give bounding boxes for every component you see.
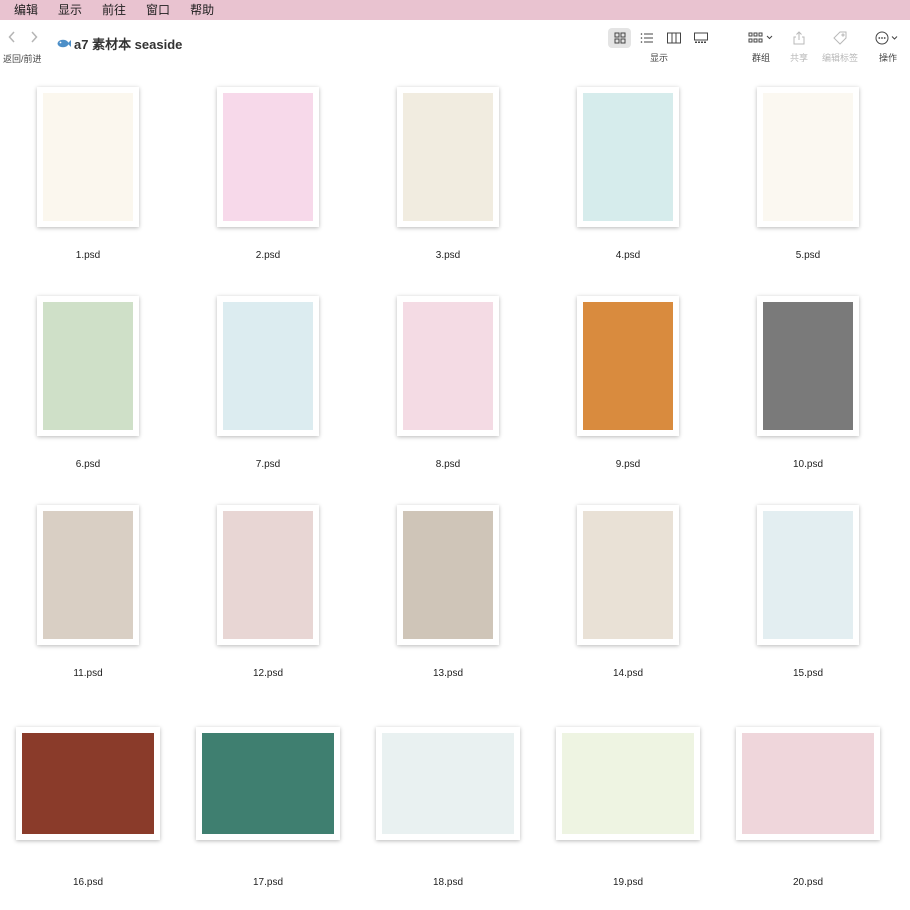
share-icon xyxy=(793,31,805,45)
file-name[interactable]: 20.psd xyxy=(748,877,868,888)
menu-window[interactable]: 窗口 xyxy=(146,0,170,20)
file-thumbnail[interactable] xyxy=(577,87,679,227)
thumbnail-image xyxy=(223,302,313,430)
file-thumbnail[interactable] xyxy=(37,296,139,436)
thumbnail-image xyxy=(583,93,673,221)
file-thumbnail[interactable] xyxy=(217,296,319,436)
file-thumbnail[interactable] xyxy=(757,87,859,227)
group-icon xyxy=(748,32,773,43)
more-icon xyxy=(875,31,898,45)
file-thumbnail[interactable] xyxy=(736,727,880,840)
file-name[interactable]: 16.psd xyxy=(28,877,148,888)
file-name[interactable]: 2.psd xyxy=(208,250,328,261)
file-thumbnail[interactable] xyxy=(757,296,859,436)
list-icon xyxy=(640,33,653,43)
nav-label: 返回/前进 xyxy=(3,54,42,64)
file-thumbnail[interactable] xyxy=(37,87,139,227)
gallery-view-button[interactable] xyxy=(689,28,712,48)
menu-go[interactable]: 前往 xyxy=(102,0,126,20)
thumbnail-image xyxy=(742,733,874,834)
file-name[interactable]: 8.psd xyxy=(388,459,508,470)
view-label: 显示 xyxy=(650,53,669,63)
file-thumbnail[interactable] xyxy=(196,727,340,840)
share-button[interactable]: 共享 xyxy=(790,28,808,64)
file-name[interactable]: 15.psd xyxy=(748,668,868,679)
file-thumbnail[interactable] xyxy=(37,505,139,645)
thumbnail-image xyxy=(403,302,493,430)
view-switcher xyxy=(608,28,712,48)
file-name[interactable]: 9.psd xyxy=(568,459,688,470)
columns-icon xyxy=(666,32,681,44)
forward-button[interactable] xyxy=(30,30,38,47)
thumbnail-image xyxy=(763,93,853,221)
file-name[interactable]: 3.psd xyxy=(388,250,508,261)
thumbnail-image xyxy=(583,302,673,430)
edit-tags-label: 编辑标签 xyxy=(822,53,859,63)
file-thumbnail[interactable] xyxy=(757,505,859,645)
folder-title: a7 素材本 seaside xyxy=(74,37,183,52)
grid-icon xyxy=(614,32,625,44)
file-name[interactable]: 19.psd xyxy=(568,877,688,888)
thumbnail-image xyxy=(43,511,133,639)
file-thumbnail[interactable] xyxy=(397,505,499,645)
file-name[interactable]: 11.psd xyxy=(28,668,148,679)
back-button[interactable] xyxy=(8,30,16,47)
thumbnail-image xyxy=(43,302,133,430)
menu-help[interactable]: 帮助 xyxy=(190,0,214,20)
menu-view[interactable]: 显示 xyxy=(58,0,82,20)
group-label: 群组 xyxy=(751,53,770,63)
file-thumbnail[interactable] xyxy=(217,87,319,227)
file-name[interactable]: 4.psd xyxy=(568,250,688,261)
finder-toolbar: 返回/前进 a7 素材本 seaside 显示 群组 共享 编辑标签 操作 xyxy=(0,20,910,70)
thumbnail-image xyxy=(763,511,853,639)
edit-tags-button[interactable]: 编辑标签 xyxy=(822,28,858,64)
actions-label: 操作 xyxy=(878,53,897,63)
menu-bar: 编辑 显示 前往 窗口 帮助 xyxy=(0,0,910,20)
share-label: 共享 xyxy=(790,53,809,63)
folder-title-wrap: a7 素材本 seaside xyxy=(57,34,182,53)
file-name[interactable]: 10.psd xyxy=(748,459,868,470)
nav-buttons xyxy=(8,30,38,47)
file-name[interactable]: 1.psd xyxy=(28,250,148,261)
file-thumbnail[interactable] xyxy=(577,505,679,645)
file-thumbnail[interactable] xyxy=(397,87,499,227)
file-thumbnail[interactable] xyxy=(376,727,520,840)
file-thumbnail[interactable] xyxy=(577,296,679,436)
thumbnail-image xyxy=(403,511,493,639)
column-view-button[interactable] xyxy=(662,28,685,48)
thumbnail-image xyxy=(202,733,334,834)
file-name[interactable]: 13.psd xyxy=(388,668,508,679)
file-name[interactable]: 18.psd xyxy=(388,877,508,888)
tag-icon xyxy=(833,31,847,45)
thumbnail-image xyxy=(43,93,133,221)
gallery-icon xyxy=(693,32,708,43)
file-name[interactable]: 7.psd xyxy=(208,459,328,470)
file-name[interactable]: 14.psd xyxy=(568,668,688,679)
file-name[interactable]: 5.psd xyxy=(748,250,868,261)
file-name[interactable]: 12.psd xyxy=(208,668,328,679)
icon-view-button[interactable] xyxy=(608,28,631,48)
file-name[interactable]: 17.psd xyxy=(208,877,328,888)
fish-icon xyxy=(57,39,71,48)
file-thumbnail[interactable] xyxy=(217,505,319,645)
list-view-button[interactable] xyxy=(635,28,658,48)
group-button[interactable]: 群组 xyxy=(748,28,774,64)
thumbnail-image xyxy=(763,302,853,430)
thumbnail-image xyxy=(403,93,493,221)
thumbnail-image xyxy=(583,511,673,639)
actions-button[interactable]: 操作 xyxy=(875,28,901,64)
file-thumbnail[interactable] xyxy=(16,727,160,840)
file-thumbnail[interactable] xyxy=(556,727,700,840)
file-name[interactable]: 6.psd xyxy=(28,459,148,470)
menu-edit[interactable]: 编辑 xyxy=(14,0,38,20)
thumbnail-image xyxy=(223,511,313,639)
file-thumbnail[interactable] xyxy=(397,296,499,436)
thumbnail-image xyxy=(382,733,514,834)
thumbnail-image xyxy=(22,733,154,834)
thumbnail-image xyxy=(223,93,313,221)
thumbnail-image xyxy=(562,733,694,834)
